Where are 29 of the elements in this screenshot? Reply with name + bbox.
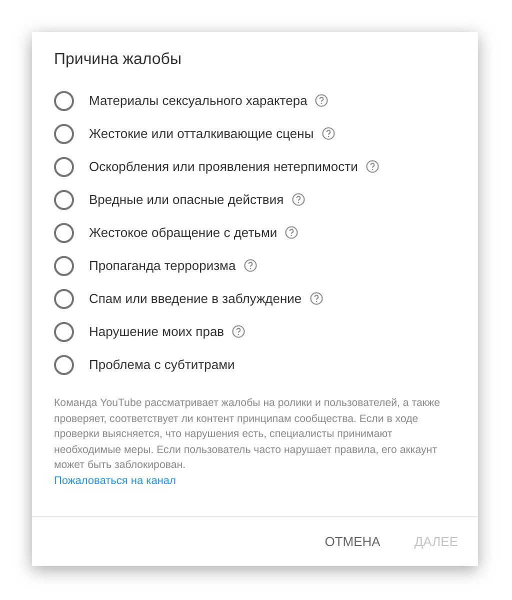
radio-button[interactable] xyxy=(54,156,74,176)
option-label[interactable]: Оскорбления или проявления нетерпимости xyxy=(89,156,358,176)
option-label[interactable]: Нарушение моих прав xyxy=(89,322,224,342)
radio-button[interactable] xyxy=(54,256,74,276)
option-label[interactable]: Жестокие или отталкивающие сцены xyxy=(89,124,314,144)
radio-button[interactable] xyxy=(54,90,74,110)
option-label[interactable]: Жестокое обращение с детьми xyxy=(89,222,278,242)
radio-button[interactable] xyxy=(54,190,74,210)
help-icon[interactable] xyxy=(285,226,298,239)
description-text: Команда YouTube рассматривает жалобы на ролики и пользователей, а также проверяет, соответствует ли контент принципам сообщества. Если в ходе проверки выясняется, что нарушения есть, специалисты принимают необходимые меры. Если пользователь часто нарушает правила, его аккаунт может быть заблокирован. xyxy=(54,396,441,473)
help-icon[interactable] xyxy=(366,160,379,173)
radio-button[interactable] xyxy=(54,322,74,342)
radio-button[interactable] xyxy=(54,124,74,144)
option-label[interactable]: Вредные или опасные действия xyxy=(89,190,284,210)
help-icon[interactable] xyxy=(315,94,328,107)
option-label[interactable]: Проблема с субтитрами xyxy=(89,354,235,374)
help-icon[interactable] xyxy=(244,259,257,272)
option-label[interactable]: Пропаганда терроризма xyxy=(89,256,236,276)
option-label[interactable]: Спам или введение в заблуждение xyxy=(89,288,302,308)
dialog-button[interactable]: ОТМЕНА xyxy=(316,526,388,558)
help-icon[interactable] xyxy=(292,193,305,206)
radio-button[interactable] xyxy=(54,354,74,374)
radio-button[interactable] xyxy=(54,222,74,242)
radio-button[interactable] xyxy=(54,288,74,308)
help-icon[interactable] xyxy=(322,127,335,140)
help-icon[interactable] xyxy=(232,325,246,338)
dialog-title: Причина жалобы xyxy=(54,50,182,70)
option-label[interactable]: Материалы сексуального характера xyxy=(89,90,308,110)
help-icon[interactable] xyxy=(310,292,323,305)
